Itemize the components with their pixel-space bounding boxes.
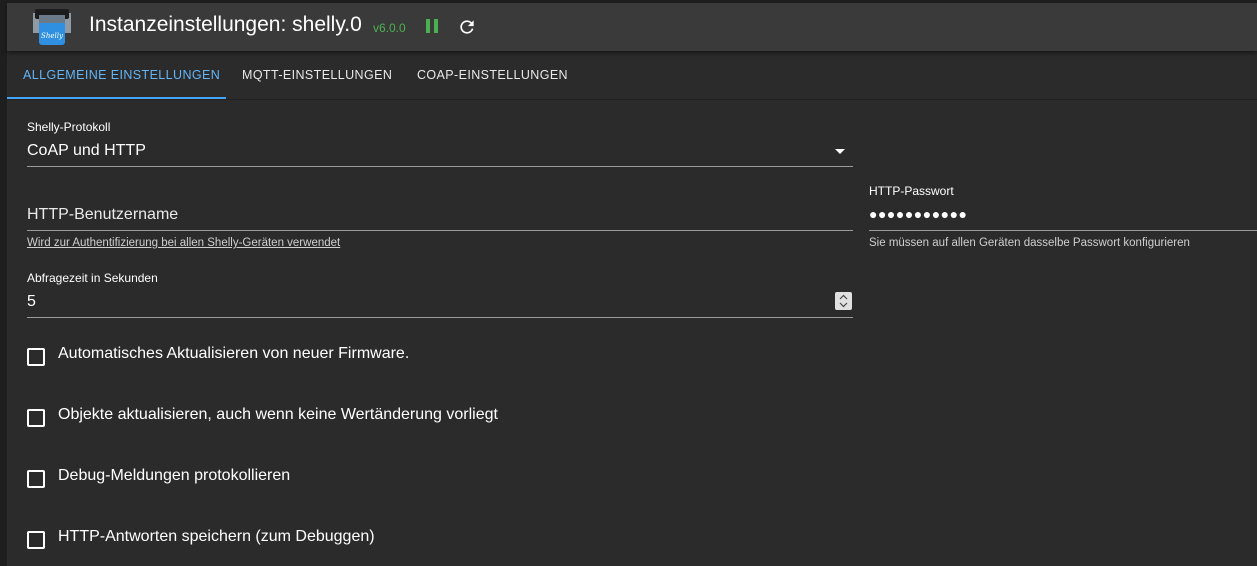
tab-coap[interactable]: COAP-EINSTELLUNGEN <box>417 51 568 99</box>
active-tab-indicator <box>7 97 226 99</box>
password-helper: Sie müssen auf allen Geräten dasselbe Pa… <box>869 237 1190 249</box>
password-input[interactable]: ●●●●●●●●●●● <box>869 206 968 222</box>
pause-button[interactable] <box>425 17 441 35</box>
header-bar: Shelly Instanzeinstellungen: shelly.0 v6… <box>7 3 1257 51</box>
checkbox-box[interactable] <box>27 531 45 549</box>
pause-icon <box>426 19 430 33</box>
logo-text: Shelly <box>41 32 64 40</box>
checkbox-box[interactable] <box>27 409 45 427</box>
settings-window: Shelly Instanzeinstellungen: shelly.0 v6… <box>7 3 1257 566</box>
polling-input[interactable]: 5 <box>27 293 36 311</box>
protocol-select[interactable]: CoAP und HTTP <box>27 142 146 160</box>
reload-icon <box>460 20 474 34</box>
chevron-down-icon[interactable] <box>835 149 845 154</box>
checkbox-label: HTTP-Antworten speichern (zum Debuggen) <box>58 528 375 545</box>
reload-button[interactable] <box>457 17 477 37</box>
checkbox-box[interactable] <box>27 470 45 488</box>
polling-label: Abfragezeit in Sekunden <box>27 271 158 285</box>
username-helper: Wird zur Authentifizierung bei allen She… <box>27 237 341 249</box>
spinner-arrows-icon[interactable] <box>835 292 852 310</box>
checkbox-label: Objekte aktualisieren, auch wenn keine W… <box>58 406 498 423</box>
page-title: Instanzeinstellungen: shelly.0 <box>89 13 362 36</box>
checkbox-label: Debug-Meldungen protokollieren <box>58 467 291 484</box>
checkbox-box[interactable] <box>27 348 45 366</box>
checkbox-label: Automatisches Aktualisieren von neuer Fi… <box>58 345 410 362</box>
version-label: v6.0.0 <box>373 21 406 35</box>
protocol-label: Shelly-Protokoll <box>27 120 111 134</box>
shelly-logo: Shelly <box>31 7 73 49</box>
password-label: HTTP-Passwort <box>869 184 954 198</box>
tab-mqtt[interactable]: MQTT-EINSTELLUNGEN <box>242 51 392 99</box>
tab-general[interactable]: ALLGEMEINE EINSTELLUNGEN <box>23 51 220 99</box>
username-input[interactable]: HTTP-Benutzername <box>27 206 178 224</box>
tab-bar: ALLGEMEINE EINSTELLUNGEN MQTT-EINSTELLUN… <box>7 51 1257 100</box>
